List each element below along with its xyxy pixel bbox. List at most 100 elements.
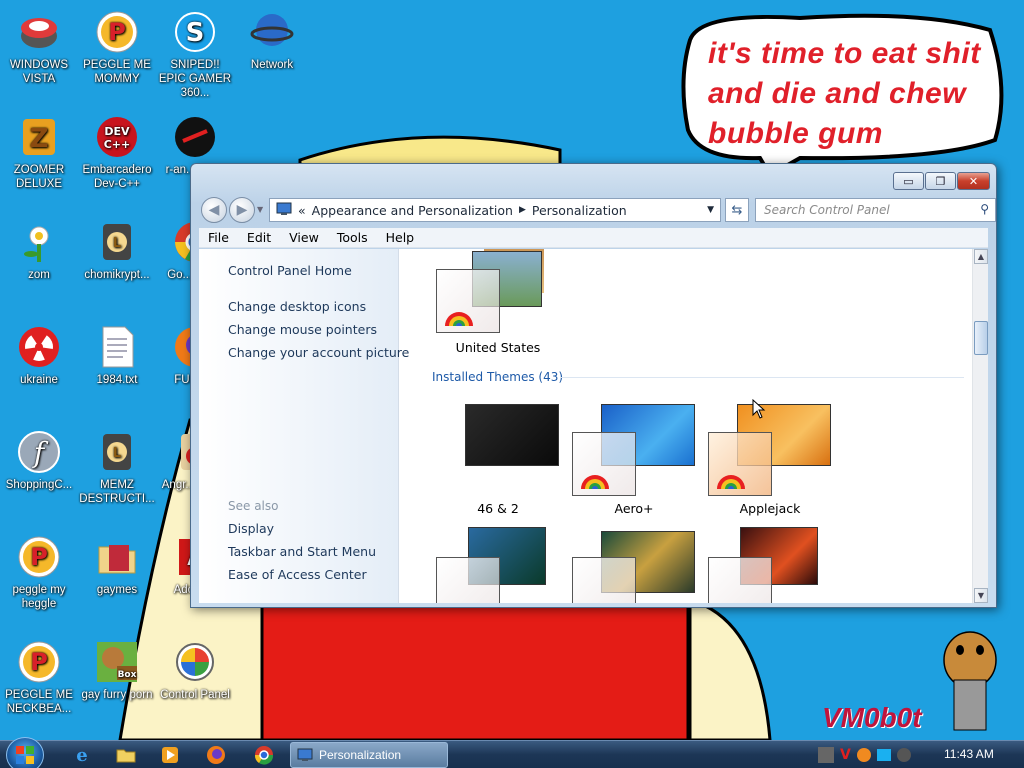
window-content: Control Panel Home Change desktop icons … (199, 249, 988, 603)
link-change-account-picture[interactable]: Change your account picture (228, 345, 409, 360)
breadcrumb-personalization[interactable]: Personalization (532, 203, 627, 218)
search-input[interactable]: Search Control Panel ⚲ (755, 198, 996, 222)
link-ease-of-access[interactable]: Ease of Access Center (228, 567, 367, 582)
forward-button[interactable]: ▶ (229, 197, 255, 223)
breadcrumb-separator-icon[interactable]: ▶ (519, 205, 526, 215)
desktop-icon-control-panel[interactable]: Control Panel (157, 638, 233, 702)
desktop-icon-label: MEMZ DESTRUCTI... (79, 479, 155, 505)
scroll-down-button[interactable]: ▼ (974, 588, 988, 603)
desktop-icon-peggle-my-heggle[interactable]: P peggle my heggle (1, 533, 77, 611)
tray-orange-app-icon[interactable] (856, 748, 871, 762)
rainbow-fan-icon (581, 475, 609, 489)
tray-v-icon[interactable]: V (840, 747, 851, 763)
theme-row2-1[interactable] (428, 527, 568, 603)
desktop-icon-gay-furry-porn[interactable]: Box gay furry porn (79, 638, 155, 702)
taskbar-personalization-button[interactable]: Personalization (290, 742, 448, 768)
desktop-icon-1984-txt[interactable]: 1984.txt (79, 323, 155, 387)
task-pane: Control Panel Home Change desktop icons … (199, 249, 409, 603)
svg-text:P: P (30, 543, 48, 571)
desktop-icon-zoomer-deluxe[interactable]: Z ZOOMER DELUXE (1, 113, 77, 191)
desktop-icon-peggle-me-mommy[interactable]: P PEGGLE ME MOMMY (79, 8, 155, 86)
back-button[interactable]: ◀ (201, 197, 227, 223)
link-display[interactable]: Display (228, 521, 274, 536)
scroll-thumb[interactable] (974, 321, 988, 355)
desktop-icon-sniped[interactable]: S SNIPED!! EPIC GAMER 360... (157, 8, 233, 100)
menu-edit[interactable]: Edit (238, 230, 280, 245)
link-control-panel-home[interactable]: Control Panel Home (228, 263, 352, 278)
desktop-icon-memz[interactable]: L MEMZ DESTRUCTI... (79, 428, 155, 506)
theme-row2-2[interactable] (564, 527, 704, 603)
menu-file[interactable]: File (199, 230, 238, 245)
desktop-icon-peggle-me-neckbea[interactable]: P PEGGLE ME NECKBEA... (1, 638, 77, 716)
desktop-icon-ukraine[interactable]: ukraine (1, 323, 77, 387)
window-controls: ▭ ❐ ✕ (893, 172, 990, 190)
theme-thumb-front (436, 557, 500, 603)
vertical-scrollbar[interactable]: ▲ ▼ (972, 249, 988, 603)
desktop-icon-windows-vista[interactable]: WINDOWS VISTA (1, 8, 77, 86)
control-panel-icon (171, 638, 219, 686)
desktop-icon-chomikrypt[interactable]: L chomikrypt... (79, 218, 155, 282)
desktop-icon-zom[interactable]: zom (1, 218, 77, 282)
tray-app-icon[interactable] (818, 747, 834, 763)
link-change-desktop-icons[interactable]: Change desktop icons (228, 299, 366, 314)
svg-text:S: S (186, 18, 205, 48)
radiation-icon (15, 323, 63, 371)
vista-bowl-icon (15, 8, 63, 56)
taskbar-media-player-button[interactable] (152, 743, 188, 767)
theme-row2-3[interactable] (700, 527, 840, 603)
theme-name: 46 & 2 (477, 501, 519, 516)
hourglass-app-icon: L (93, 428, 141, 476)
desktop-icon-gaymes[interactable]: gaymes (79, 533, 155, 597)
themes-pane: United States Installed Themes (43) 46 &… (400, 249, 972, 603)
search-icon[interactable]: ⚲ (980, 202, 989, 216)
close-button[interactable]: ✕ (957, 172, 990, 190)
theme-thumb-front (708, 557, 772, 603)
address-bar[interactable]: « Appearance and Personalization ▶ Perso… (269, 198, 721, 222)
svg-text:Box: Box (118, 670, 137, 680)
desktop-icon-label: Embarcadero Dev-C++ (82, 164, 152, 190)
personalization-window[interactable]: ▭ ❐ ✕ ◀ ▶ ▼ « Appearance and Personaliza… (190, 163, 997, 608)
theme-applejack[interactable]: Applejack (700, 404, 840, 524)
theme-thumb-front (572, 432, 636, 496)
taskbar-explorer-button[interactable] (108, 743, 144, 767)
start-button[interactable] (6, 737, 44, 768)
clock[interactable]: 11:43 AM (944, 747, 994, 761)
tray-network-icon[interactable] (876, 749, 891, 761)
maximize-button[interactable]: ❐ (925, 172, 956, 190)
menu-view[interactable]: View (280, 230, 328, 245)
menu-help[interactable]: Help (377, 230, 424, 245)
tray-volume-icon[interactable] (896, 748, 911, 762)
address-prefix[interactable]: « (298, 203, 306, 218)
desktop-icon-dev-cpp[interactable]: DEV C++ Embarcadero Dev-C++ (79, 113, 155, 191)
theme-name: United States (455, 340, 541, 355)
peggle-icon: P (15, 638, 63, 686)
desktop-icon-label: SNIPED!! EPIC GAMER 360... (158, 59, 232, 99)
desktop-icon-shoppingc[interactable]: f ShoppingC... (1, 428, 77, 492)
menu-bar: File Edit View Tools Help (199, 228, 988, 248)
minimize-button[interactable]: ▭ (893, 172, 924, 190)
theme-aero-plus[interactable]: Aero+ (564, 404, 704, 524)
desktop-icon-label: ShoppingC... (5, 479, 73, 491)
gopher-box-icon: Box (93, 638, 141, 686)
scroll-up-button[interactable]: ▲ (974, 249, 988, 264)
taskbar-firefox-button[interactable] (198, 743, 234, 767)
desktop-icon-label: WINDOWS VISTA (9, 59, 69, 85)
menu-tools[interactable]: Tools (328, 230, 377, 245)
recent-pages-dropdown-icon[interactable]: ▼ (257, 205, 263, 214)
svg-text:P: P (30, 648, 48, 676)
theme-46-and-2[interactable]: 46 & 2 (428, 404, 568, 524)
theme-united-states[interactable]: United States (428, 249, 568, 369)
desktop-icon-label: Control Panel (160, 689, 230, 701)
breadcrumb-appearance[interactable]: Appearance and Personalization (312, 203, 513, 218)
flower-icon (15, 218, 63, 266)
desktop-icon-network[interactable]: Network (234, 8, 310, 72)
chrome-icon (254, 746, 274, 765)
refresh-button[interactable]: ⇆ (725, 198, 749, 222)
taskbar-chrome-button[interactable] (246, 743, 282, 767)
desktop-icon-label: zom (28, 269, 50, 281)
taskbar-ie-button[interactable]: e (64, 743, 100, 767)
link-taskbar-start-menu[interactable]: Taskbar and Start Menu (228, 544, 376, 559)
link-change-mouse-pointers[interactable]: Change mouse pointers (228, 322, 377, 337)
navigation-bar: ◀ ▶ ▼ « Appearance and Personalization ▶… (199, 197, 996, 223)
address-dropdown-icon[interactable]: ▼ (707, 205, 714, 215)
